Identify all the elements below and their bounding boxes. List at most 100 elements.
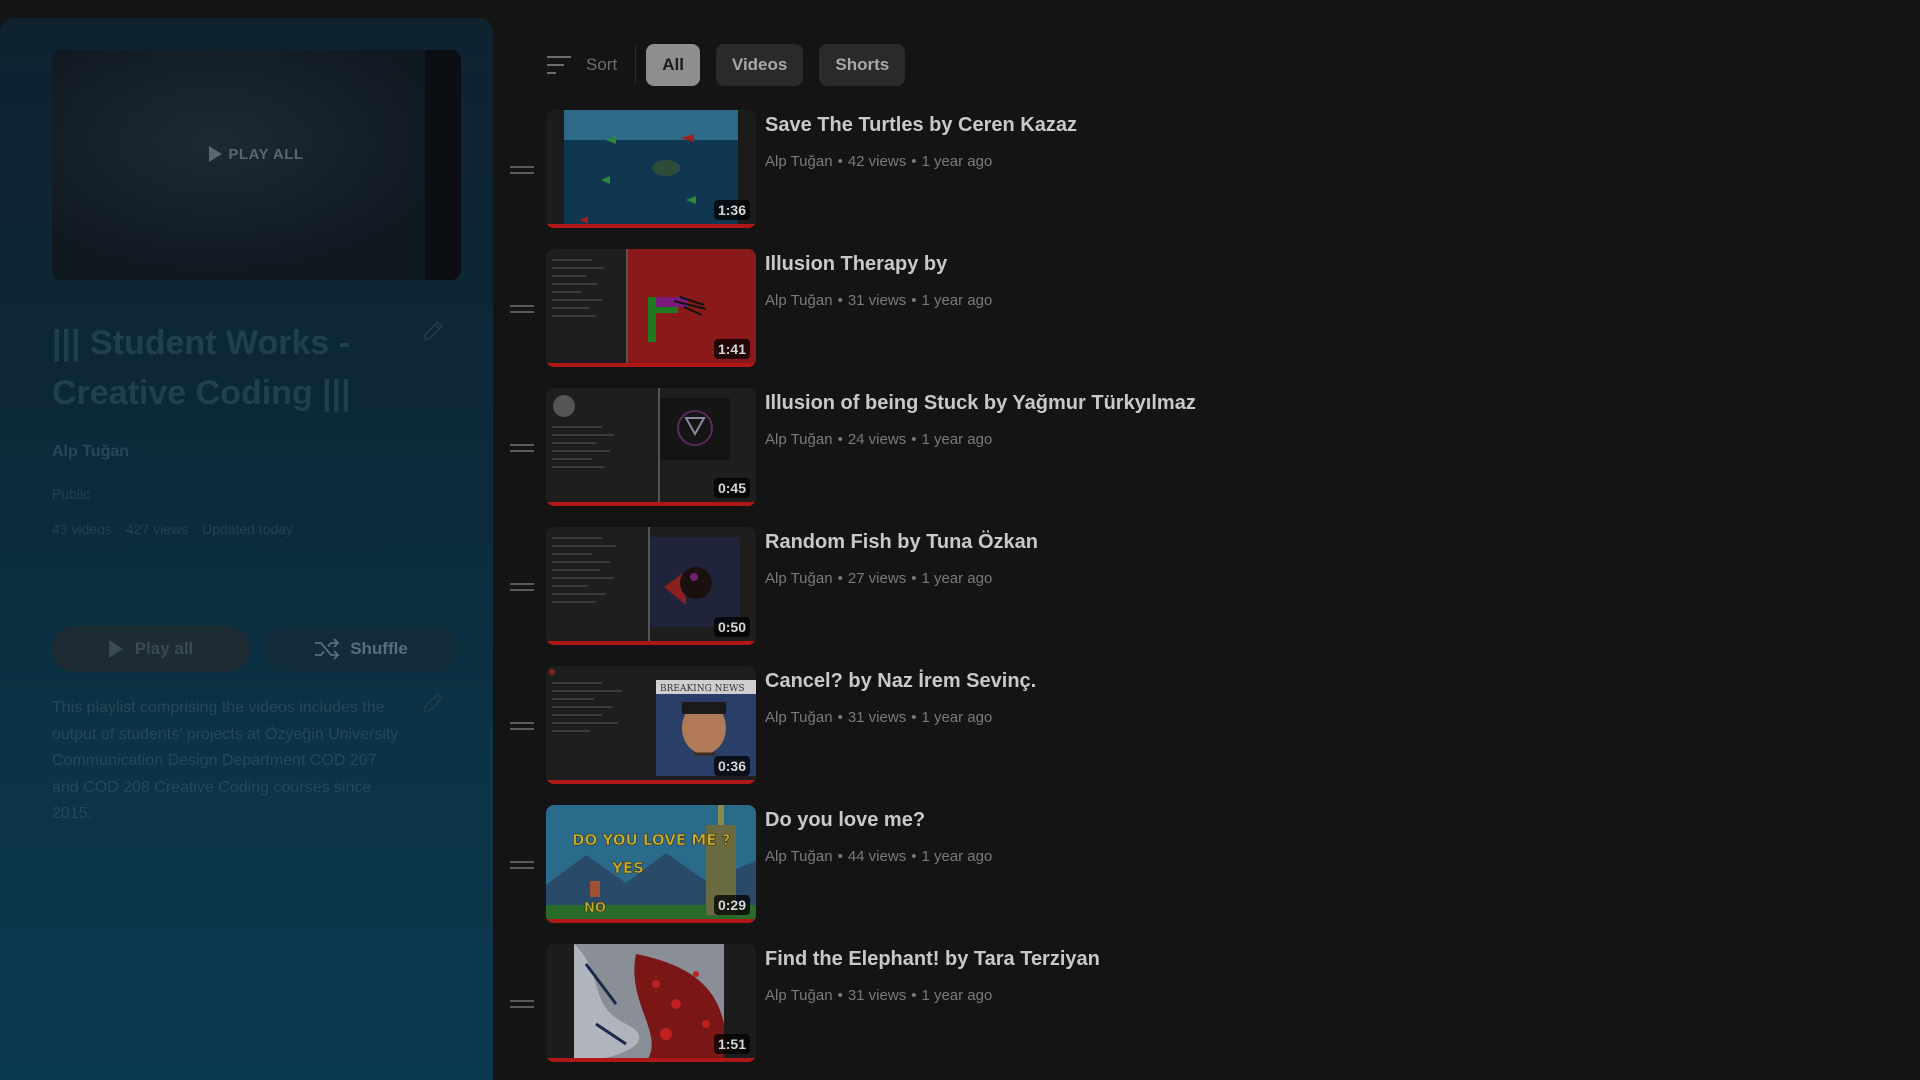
watch-progress-bar — [546, 224, 756, 228]
video-title[interactable]: Cancel? by Naz İrem Sevinç. — [765, 670, 1036, 693]
duration-badge: 1:51 — [713, 1034, 750, 1054]
video-title[interactable]: Illusion Therapy by — [765, 253, 947, 276]
playlist-description: This playlist comprising the videos incl… — [52, 699, 399, 822]
hero-play-all-label: PLAY ALL — [228, 146, 304, 163]
play-icon — [108, 640, 123, 658]
chip-shorts[interactable]: Shorts — [819, 44, 906, 86]
meta-dot: • — [837, 292, 843, 309]
drag-handle-icon[interactable] — [510, 583, 534, 595]
meta-dot: • — [911, 709, 917, 726]
video-meta: Alp Tuğan • 31 views • 1 year ago — [765, 292, 992, 309]
drag-handle-icon[interactable] — [510, 305, 534, 317]
video-title[interactable]: Find the Elephant! by Tara Terziyan — [765, 948, 1100, 971]
upload-age: 1 year ago — [921, 987, 993, 1004]
playlist-visibility[interactable]: Public — [52, 486, 90, 502]
duration-badge: 0:50 — [713, 617, 750, 637]
view-count: 44 views — [847, 848, 907, 865]
view-count: 31 views — [847, 987, 907, 1004]
meta-dot: • — [911, 153, 917, 170]
view-count: 31 views — [847, 709, 907, 726]
view-count: 27 views — [847, 570, 907, 587]
duration-badge: 1:41 — [713, 339, 750, 359]
list-item[interactable]: DO YOU LOVE ME ? YES NO 0:29 Do you love… — [506, 805, 1606, 944]
list-item[interactable]: 1:36 Save The Turtles by Ceren Kazaz Alp… — [506, 110, 1606, 249]
hero-play-all[interactable]: PLAY ALL — [52, 146, 461, 163]
drag-handle-icon[interactable] — [510, 166, 534, 178]
video-meta: Alp Tuğan • 31 views • 1 year ago — [765, 987, 992, 1004]
shuffle-button[interactable]: Shuffle — [262, 626, 460, 672]
meta-dot: • — [837, 570, 843, 587]
edit-title-icon[interactable] — [420, 318, 446, 344]
duration-badge: 0:36 — [713, 756, 750, 776]
sort-button[interactable]: Sort — [546, 55, 617, 75]
edit-description-icon[interactable] — [420, 690, 446, 716]
chip-all[interactable]: All — [646, 44, 700, 86]
watch-progress-bar — [546, 502, 756, 506]
meta-dot: • — [911, 848, 917, 865]
meta-dot: • — [911, 987, 917, 1004]
channel-name[interactable]: Alp Tuğan — [765, 153, 833, 170]
drag-handle-icon[interactable] — [510, 861, 534, 873]
video-title[interactable]: Save The Turtles by Ceren Kazaz — [765, 114, 1077, 137]
watch-progress-bar — [546, 363, 756, 367]
playlist-hero-thumbnail[interactable]: PLAY ALL — [52, 50, 461, 280]
channel-name[interactable]: Alp Tuğan — [765, 570, 833, 587]
meta-dot: • — [837, 709, 843, 726]
meta-dot: • — [837, 153, 843, 170]
view-count: 31 views — [847, 292, 907, 309]
channel-name[interactable]: Alp Tuğan — [765, 709, 833, 726]
video-meta: Alp Tuğan • 42 views • 1 year ago — [765, 153, 992, 170]
channel-name[interactable]: Alp Tuğan — [765, 292, 833, 309]
duration-badge: 0:45 — [713, 478, 750, 498]
video-thumbnail[interactable]: BREAKING NEWS 0:36 — [546, 666, 756, 784]
list-item[interactable]: 0:45 Illusion of being Stuck by Yağmur T… — [506, 388, 1606, 527]
list-item[interactable]: 1:51 Find the Elephant! by Tara Terziyan… — [506, 944, 1606, 1080]
watch-progress-bar — [546, 641, 756, 645]
filter-bar: Sort All Videos Shorts — [546, 44, 921, 86]
playlist-view-count: 427 views — [125, 521, 189, 537]
drag-handle-icon[interactable] — [510, 1000, 534, 1012]
video-thumbnail[interactable]: 0:45 — [546, 388, 756, 506]
sort-label: Sort — [586, 55, 618, 74]
list-item[interactable]: 1:41 Illusion Therapy by Alp Tuğan • 31 vi… — [506, 249, 1606, 388]
watch-progress-bar — [546, 780, 756, 784]
list-item[interactable]: 0:50 Random Fish by Tuna Özkan Alp Tuğan… — [506, 527, 1606, 666]
hero-image — [52, 50, 461, 280]
drag-handle-icon[interactable] — [510, 722, 534, 734]
duration-badge: 1:36 — [713, 200, 750, 220]
channel-name[interactable]: Alp Tuğan — [765, 848, 833, 865]
channel-name[interactable]: Alp Tuğan — [765, 987, 833, 1004]
video-thumbnail[interactable]: 1:51 — [546, 944, 756, 1062]
video-thumbnail[interactable]: DO YOU LOVE ME ? YES NO 0:29 — [546, 805, 756, 923]
duration-badge: 0:29 — [713, 895, 750, 915]
channel-name[interactable]: Alp Tuğan — [765, 431, 833, 448]
play-all-button[interactable]: Play all — [52, 626, 250, 672]
list-item[interactable]: BREAKING NEWS 0:36 Cancel? by Naz İrem S… — [506, 666, 1606, 805]
watch-progress-bar — [546, 1058, 756, 1062]
upload-age: 1 year ago — [921, 431, 993, 448]
playlist-video-count: 43 videos — [52, 521, 112, 537]
video-title[interactable]: Random Fish by Tuna Özkan — [765, 531, 1038, 554]
meta-dot: • — [837, 848, 843, 865]
chip-videos[interactable]: Videos — [715, 44, 804, 86]
video-title[interactable]: Illusion of being Stuck by Yağmur Türkyı… — [765, 392, 1196, 415]
playlist-title: ||| Student Works - Creative Coding ||| — [52, 324, 351, 412]
video-thumbnail[interactable]: 1:36 — [546, 110, 756, 228]
upload-age: 1 year ago — [921, 709, 993, 726]
video-list: 1:36 Save The Turtles by Ceren Kazaz Alp… — [506, 110, 1606, 1080]
video-title[interactable]: Do you love me? — [765, 809, 925, 832]
watch-progress-bar — [546, 919, 756, 923]
drag-handle-icon[interactable] — [510, 444, 534, 456]
video-meta: Alp Tuğan • 31 views • 1 year ago — [765, 709, 992, 726]
play-all-label: Play all — [134, 639, 194, 658]
video-thumbnail[interactable]: 0:50 — [546, 527, 756, 645]
meta-dot: • — [911, 431, 917, 448]
hero-edge — [425, 50, 461, 280]
upload-age: 1 year ago — [921, 292, 993, 309]
playlist-owner[interactable]: Alp Tuğan — [52, 443, 129, 461]
video-thumbnail[interactable]: 1:41 — [546, 249, 756, 367]
meta-dot: • — [837, 987, 843, 1004]
playlist-updated: Updated today — [201, 521, 294, 537]
breaking-news-text: BREAKING NEWS — [660, 684, 745, 694]
video-meta: Alp Tuğan • 27 views • 1 year ago — [765, 570, 992, 587]
